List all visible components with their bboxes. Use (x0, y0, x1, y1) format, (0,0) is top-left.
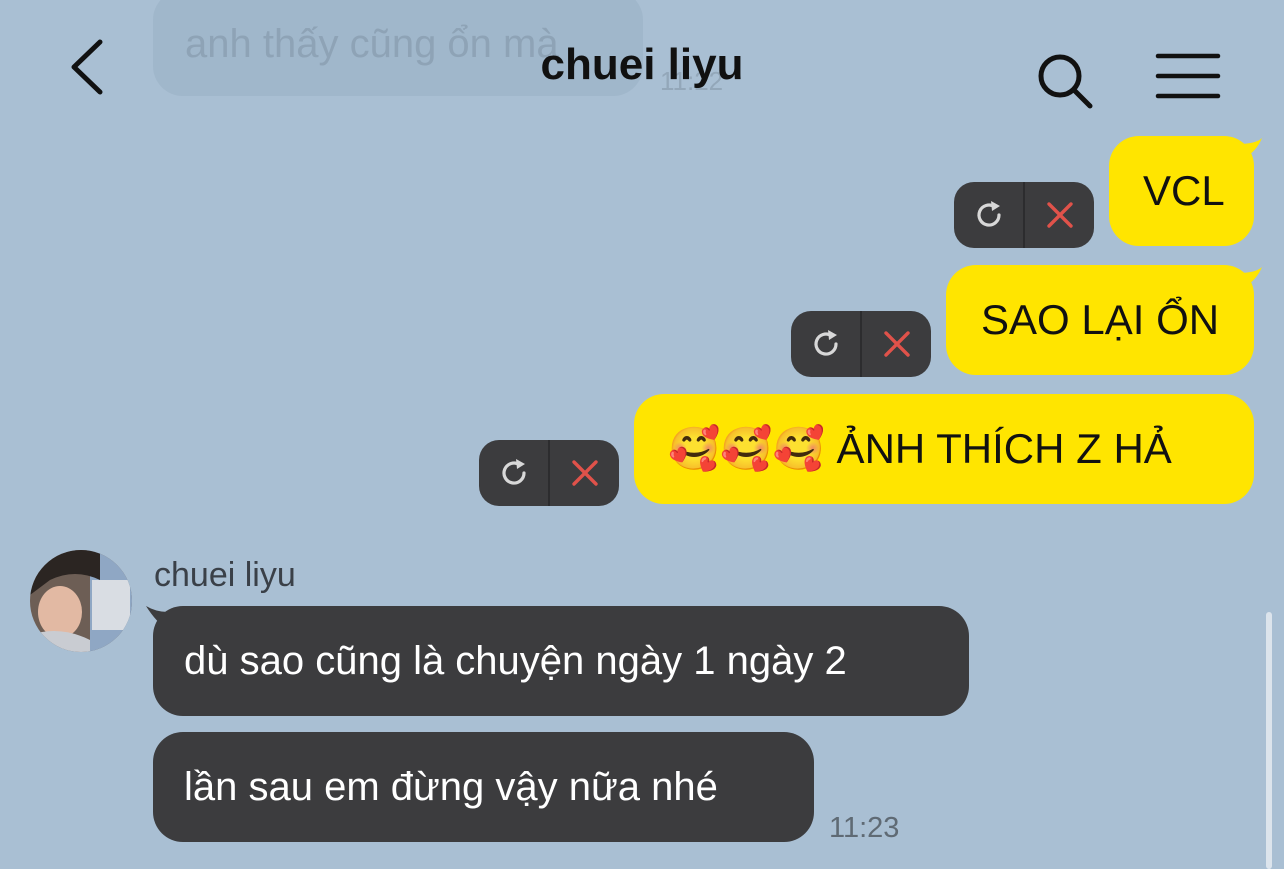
message-text: VCL (1143, 167, 1225, 214)
back-button[interactable] (58, 32, 118, 102)
scrollbar[interactable] (1266, 612, 1272, 869)
menu-icon (1155, 53, 1221, 99)
failed-message-actions (954, 182, 1094, 248)
retry-icon (976, 201, 1001, 227)
menu-button[interactable] (1150, 48, 1226, 104)
retry-button[interactable] (791, 311, 860, 377)
bubble-tail (1238, 138, 1262, 158)
chat-title: chuei liyu (540, 40, 744, 89)
sender-name: chuei liyu (154, 556, 296, 594)
retry-button[interactable] (954, 182, 1023, 248)
failed-message-actions (791, 311, 931, 377)
avatar-image (30, 550, 132, 652)
incoming-message-bubble[interactable]: dù sao cũng là chuyện ngày 1 ngày 2 (153, 606, 969, 716)
outgoing-message-bubble[interactable]: VCL (1109, 136, 1254, 246)
failed-message-actions (479, 440, 619, 506)
bubble-tail (1238, 267, 1262, 287)
retry-button[interactable] (479, 440, 548, 506)
avatar[interactable] (30, 550, 132, 652)
delete-button[interactable] (862, 311, 931, 377)
outgoing-message-bubble[interactable]: 🥰🥰🥰 ẢNH THÍCH Z HẢ (634, 394, 1254, 504)
incoming-message-bubble[interactable]: lần sau em đừng vậy nữa nhé (153, 732, 814, 842)
search-button[interactable] (1030, 46, 1098, 114)
outgoing-message-bubble[interactable]: SAO LẠI ỔN (946, 265, 1254, 375)
chevron-left-icon (71, 39, 103, 95)
message-text: lần sau em đừng vậy nữa nhé (184, 764, 718, 809)
close-icon (571, 460, 598, 486)
retry-icon (813, 330, 838, 356)
message-text: 🥰🥰🥰 ẢNH THÍCH Z HẢ (668, 424, 1172, 472)
delete-button[interactable] (550, 440, 619, 506)
message-text: dù sao cũng là chuyện ngày 1 ngày 2 (184, 638, 847, 683)
close-icon (883, 331, 910, 357)
close-icon (1046, 202, 1073, 228)
message-timestamp: 11:23 (829, 812, 900, 844)
search-icon (1038, 54, 1093, 109)
retry-icon (501, 459, 526, 485)
delete-button[interactable] (1025, 182, 1094, 248)
message-text: SAO LẠI ỔN (981, 296, 1220, 343)
